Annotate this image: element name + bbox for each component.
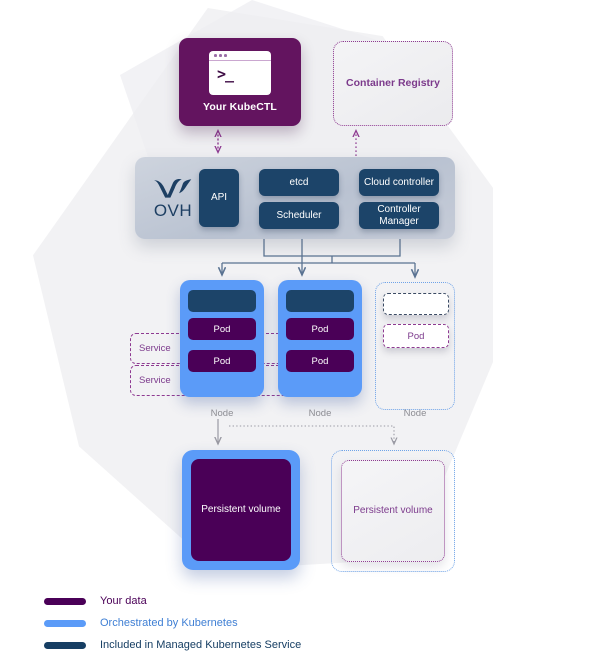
control-plane-etcd[interactable]: etcd — [259, 169, 339, 196]
container-registry-card[interactable]: Container Registry — [333, 41, 453, 126]
terminal-titlebar — [209, 51, 271, 61]
terminal-icon: >_ — [209, 50, 271, 95]
persistent-volume-ghost[interactable]: Persistent volume — [331, 450, 455, 572]
service-label: Service — [139, 343, 171, 354]
ovh-wordmark: OVH — [153, 201, 193, 220]
ovh-logo: OVH — [147, 171, 199, 225]
pod[interactable]: Pod — [188, 318, 256, 340]
node-runtime-bar — [188, 290, 256, 312]
node-2[interactable]: Pod Pod — [278, 280, 362, 397]
legend-label: Included in Managed Kubernetes Service — [100, 639, 302, 651]
pod[interactable]: Pod — [383, 324, 449, 348]
terminal-dot — [214, 54, 217, 57]
persistent-volume-ghost-label: Persistent volume — [341, 460, 445, 562]
legend-swatch — [44, 641, 86, 649]
terminal-dot — [219, 54, 222, 57]
legend-item-orchestrated: Orchestrated by Kubernetes — [44, 612, 301, 634]
control-plane-panel: OVH API etcd Scheduler Cloud controller … — [135, 157, 455, 239]
node-2-label: Node — [308, 408, 332, 419]
control-plane-cloud-controller[interactable]: Cloud controller — [359, 169, 439, 196]
service-label: Service — [139, 375, 171, 386]
pod[interactable]: Pod — [286, 318, 354, 340]
pod[interactable]: Pod — [188, 350, 256, 372]
node-runtime-bar — [383, 293, 449, 315]
legend-item-your-data: Your data — [44, 590, 301, 612]
node-3[interactable]: Pod — [375, 282, 455, 410]
control-plane-controller-manager[interactable]: Controller Manager — [359, 202, 439, 229]
legend: Your data Orchestrated by Kubernetes Inc… — [44, 590, 301, 656]
node-1-label: Node — [210, 408, 234, 419]
pod[interactable]: Pod — [286, 350, 354, 372]
diagram-canvas: >_ Your KubeCTL Container Registry OVH A… — [0, 0, 590, 658]
persistent-volume-active[interactable]: Persistent volume — [182, 450, 300, 570]
legend-swatch — [44, 619, 86, 627]
your-kubectl-card[interactable]: >_ Your KubeCTL — [179, 38, 301, 126]
persistent-volume-active-label: Persistent volume — [191, 459, 291, 561]
legend-swatch — [44, 597, 86, 605]
node-1[interactable]: Pod Pod — [180, 280, 264, 397]
control-plane-scheduler[interactable]: Scheduler — [259, 202, 339, 229]
terminal-prompt-text: >_ — [217, 64, 234, 83]
node-runtime-bar — [286, 290, 354, 312]
terminal-dot — [224, 54, 227, 57]
control-plane-api[interactable]: API — [199, 169, 239, 227]
node-3-label: Node — [403, 408, 427, 419]
your-kubectl-label: Your KubeCTL — [203, 100, 277, 113]
legend-label: Your data — [100, 595, 147, 607]
legend-label: Orchestrated by Kubernetes — [100, 617, 238, 629]
ovh-logo-mark — [153, 178, 192, 198]
legend-item-managed: Included in Managed Kubernetes Service — [44, 634, 301, 656]
